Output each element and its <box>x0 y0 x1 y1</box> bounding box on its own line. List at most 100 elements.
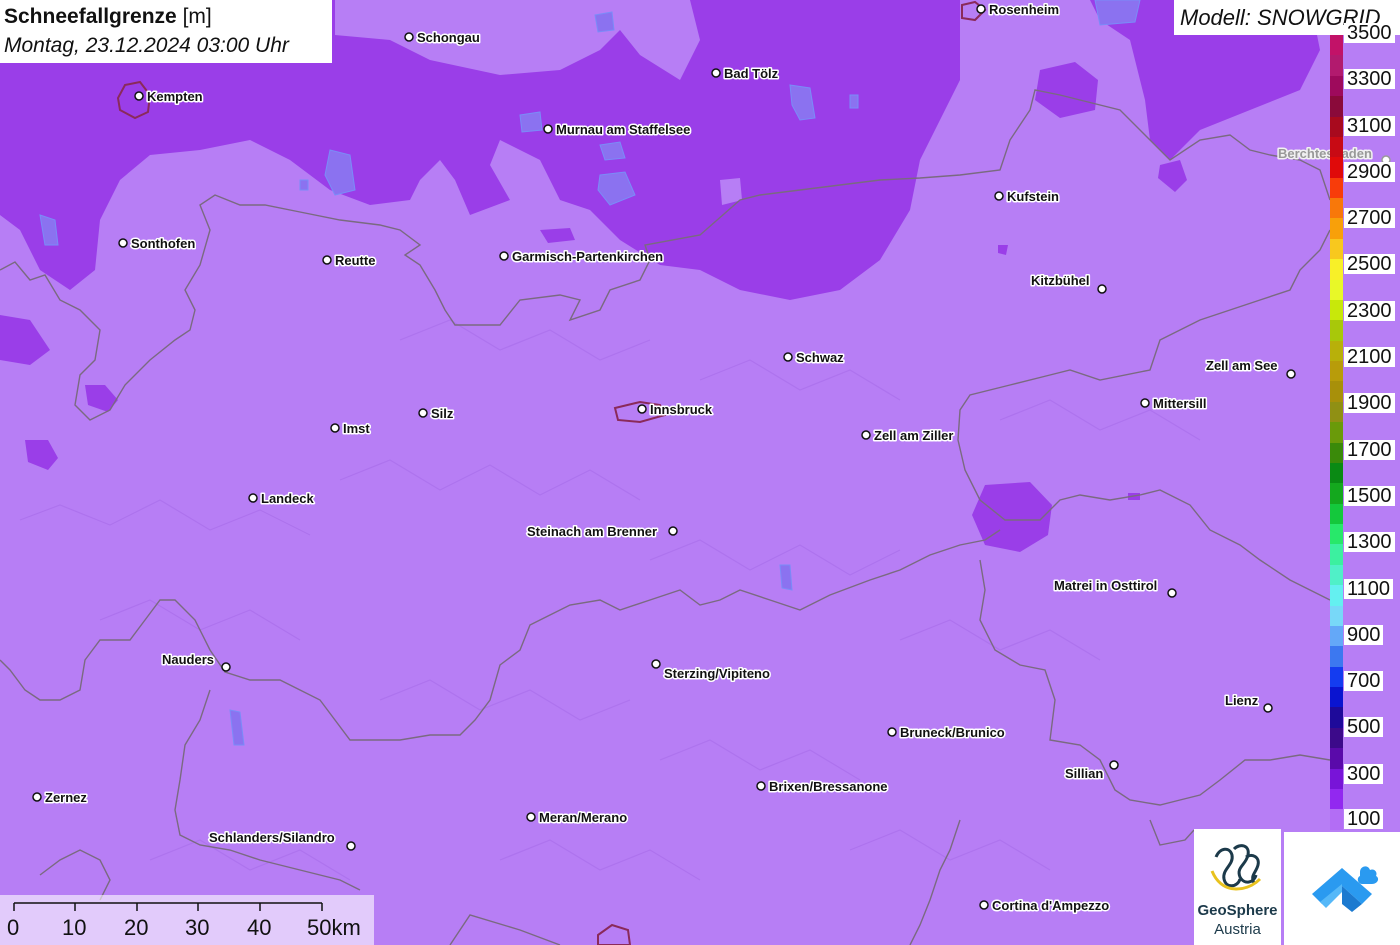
city-zell-am-ziller[interactable]: Zell am Ziller <box>861 427 955 445</box>
legend-color-step <box>1330 768 1343 789</box>
city-rosenheim[interactable]: Rosenheim <box>976 1 1061 19</box>
legend-color-step <box>1330 462 1343 484</box>
legend-color-step <box>1330 809 1343 830</box>
svg-text:Sterzing/Vipiteno: Sterzing/Vipiteno <box>664 666 770 681</box>
legend-label: 3500 <box>1344 23 1395 43</box>
svg-text:Innsbruck: Innsbruck <box>650 402 713 417</box>
legend-label: 2300 <box>1344 301 1395 321</box>
legend-color-step <box>1330 442 1343 463</box>
svg-text:Rosenheim: Rosenheim <box>989 2 1059 17</box>
legend-color-step <box>1330 299 1343 321</box>
svg-text:Garmisch-Partenkirchen: Garmisch-Partenkirchen <box>512 249 663 264</box>
svg-text:Zell am See: Zell am See <box>1206 358 1278 373</box>
map-datetime: Montag, 23.12.2024 03:00 Uhr <box>4 34 289 57</box>
city-innsbruck[interactable]: Innsbruck <box>637 401 714 419</box>
legend-color-step <box>1330 707 1343 728</box>
legend-color-step <box>1330 524 1343 545</box>
svg-text:Bruneck/Brunico: Bruneck/Brunico <box>900 725 1005 740</box>
title-parameter: Schneefallgrenze <box>4 5 177 28</box>
legend-color-step <box>1330 727 1343 749</box>
map-title-box: Schneefallgrenze [m] Montag, 23.12.2024 … <box>0 0 332 63</box>
svg-text:Schwaz: Schwaz <box>796 350 844 365</box>
legend-color-step <box>1330 218 1343 239</box>
legend-label: 1300 <box>1344 532 1395 552</box>
city-bruneck[interactable]: Bruneck/Brunico <box>887 724 1006 742</box>
geosphere-logo-subtext: Austria <box>1214 921 1261 938</box>
svg-text:Schongau: Schongau <box>417 30 480 45</box>
legend-color-step <box>1330 361 1343 382</box>
legend-color-step <box>1330 788 1343 810</box>
svg-text:Brixen/Bressanone: Brixen/Bressanone <box>769 779 888 794</box>
legend-label: 1900 <box>1344 393 1395 413</box>
legend-label: 900 <box>1344 625 1384 645</box>
city-cortina[interactable]: Cortina d'Ampezzo <box>979 897 1111 915</box>
city-sonthofen[interactable]: Sonthofen <box>118 235 197 253</box>
legend-color-step <box>1330 116 1343 137</box>
svg-text:Reutte: Reutte <box>335 253 375 268</box>
legend-color-step <box>1330 564 1343 586</box>
legend-color-step <box>1330 605 1343 626</box>
snowfall-map[interactable]: Schongau Rosenheim Kempten Bad Tölz Murn… <box>0 0 1400 945</box>
legend-label: 2900 <box>1344 162 1395 182</box>
svg-text:Zernez: Zernez <box>45 790 87 805</box>
legend-color-step <box>1330 666 1343 687</box>
svg-text:Cortina d'Ampezzo: Cortina d'Ampezzo <box>992 898 1109 913</box>
svg-text:Matrei in Osttirol: Matrei in Osttirol <box>1054 578 1157 593</box>
geosphere-logo[interactable]: GeoSphere Austria <box>1194 829 1281 945</box>
legend-label: 3100 <box>1344 116 1395 136</box>
svg-text:Schlanders/Silandro: Schlanders/Silandro <box>209 830 335 845</box>
scale-label: 0 <box>7 915 20 940</box>
legend-label: 2500 <box>1344 254 1395 274</box>
legend-color-step <box>1330 198 1343 219</box>
legend-label: 1500 <box>1344 486 1395 506</box>
city-meran[interactable]: Meran/Merano <box>526 809 629 827</box>
svg-text:Murnau am Staffelsee: Murnau am Staffelsee <box>556 122 690 137</box>
legend-label: 100 <box>1344 809 1384 829</box>
legend-label: 2700 <box>1344 208 1395 228</box>
legend-color-step <box>1330 75 1343 97</box>
legend-color-step <box>1330 401 1343 423</box>
legend-color-step <box>1330 381 1343 402</box>
legend-color-step <box>1330 585 1343 606</box>
color-legend: 3500 3300 3100 2900 2700 2500 2300 2100 … <box>1327 23 1400 830</box>
legend-color-step <box>1330 625 1343 647</box>
scale-label: 40 <box>247 915 272 940</box>
city-garmisch[interactable]: Garmisch-Partenkirchen <box>499 248 665 266</box>
svg-text:Landeck: Landeck <box>261 491 315 506</box>
city-murnau[interactable]: Murnau am Staffelsee <box>543 121 692 139</box>
snowgrid-logo-icon <box>1312 866 1379 912</box>
svg-text:Sillian: Sillian <box>1065 766 1103 781</box>
legend-label: 700 <box>1344 671 1384 691</box>
svg-text:Mittersill: Mittersill <box>1153 396 1206 411</box>
svg-text:Nauders: Nauders <box>162 652 214 667</box>
legend-color-step <box>1330 483 1343 504</box>
city-schongau[interactable]: Schongau <box>404 29 481 47</box>
snowgrid-logo[interactable] <box>1284 832 1400 945</box>
geosphere-emblem-icon <box>1210 844 1262 891</box>
legend-color-bar <box>1330 35 1343 830</box>
svg-text:Steinach am Brenner: Steinach am Brenner <box>527 524 657 539</box>
legend-color-step <box>1330 340 1343 361</box>
legend-label: 2100 <box>1344 347 1395 367</box>
svg-text:Zell am Ziller: Zell am Ziller <box>874 428 953 443</box>
legend-color-step <box>1330 96 1343 117</box>
city-brixen[interactable]: Brixen/Bressanone <box>756 778 889 796</box>
legend-color-step <box>1330 238 1343 260</box>
svg-text:Kitzbühel: Kitzbühel <box>1031 273 1090 288</box>
svg-text:Lienz: Lienz <box>1225 693 1259 708</box>
legend-color-step <box>1330 544 1343 565</box>
svg-text:Silz: Silz <box>431 406 454 421</box>
city-steinach[interactable]: Steinach am Brenner <box>526 523 678 541</box>
scale-label: 50km <box>307 915 361 940</box>
legend-color-step <box>1330 748 1343 769</box>
scale-bar: 0 10 20 30 40 50km <box>0 895 374 945</box>
legend-color-step <box>1330 157 1343 178</box>
scale-label: 10 <box>62 915 87 940</box>
legend-color-step <box>1330 177 1343 198</box>
legend-color-step <box>1330 35 1343 56</box>
svg-text:Kufstein: Kufstein <box>1007 189 1059 204</box>
legend-label: 1100 <box>1344 579 1394 599</box>
legend-color-step <box>1330 503 1343 524</box>
legend-color-step <box>1330 646 1343 667</box>
legend-label: 500 <box>1344 717 1384 737</box>
